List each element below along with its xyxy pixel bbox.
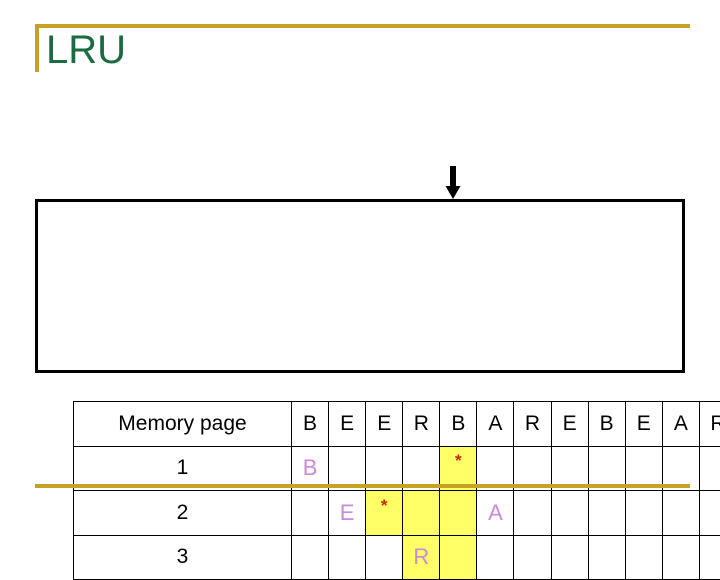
reference-header-cell-5: B bbox=[440, 402, 477, 447]
reference-header-cell-11: A bbox=[662, 402, 699, 447]
reference-header-cell-7: R bbox=[514, 402, 551, 447]
frame-cell-r2-c1 bbox=[292, 491, 329, 536]
frame-cell-r3-c1 bbox=[292, 535, 329, 580]
frame-cell-r2-c5 bbox=[440, 491, 477, 536]
frame-cell-r2-c4 bbox=[403, 491, 440, 536]
frame-cell-r3-c10 bbox=[625, 535, 662, 580]
frame-cell-r3-c3 bbox=[366, 535, 403, 580]
frame-cell-r1-c12 bbox=[699, 446, 720, 491]
memory-page-header: Memory page bbox=[74, 402, 292, 447]
reference-header-cell-1: B bbox=[292, 402, 329, 447]
reference-header-cell-12: R bbox=[699, 402, 720, 447]
frame-number-3: 3 bbox=[74, 535, 292, 580]
reference-header-cell-4: R bbox=[403, 402, 440, 447]
reference-header-cell-10: E bbox=[625, 402, 662, 447]
frame-cell-r3-c4: R bbox=[403, 535, 440, 580]
frame-cell-r3-c9 bbox=[588, 535, 625, 580]
down-arrow-icon bbox=[444, 166, 462, 200]
page-letter: E bbox=[340, 500, 355, 525]
frame-cell-r2-c11 bbox=[662, 491, 699, 536]
frame-cell-r3-c11 bbox=[662, 535, 699, 580]
frame-cell-r2-c10 bbox=[625, 491, 662, 536]
title-rule-top bbox=[35, 24, 690, 28]
eviction-star-icon: * bbox=[366, 499, 402, 513]
frame-cell-r2-c9 bbox=[588, 491, 625, 536]
eviction-star-icon: * bbox=[440, 454, 476, 468]
frame-cell-r2-c7 bbox=[514, 491, 551, 536]
reference-header-cell-8: E bbox=[551, 402, 588, 447]
page-letter: R bbox=[413, 544, 429, 569]
frame-cell-r2-c3: * bbox=[366, 491, 403, 536]
bottom-rule bbox=[35, 484, 690, 488]
frame-cell-r2-c12 bbox=[699, 491, 720, 536]
frame-cell-r3-c7 bbox=[514, 535, 551, 580]
reference-header-cell-9: B bbox=[588, 402, 625, 447]
frame-cell-r3-c5 bbox=[440, 535, 477, 580]
frame-cell-r3-c2 bbox=[329, 535, 366, 580]
table-row: 3R bbox=[74, 535, 720, 580]
table-row: 2 E * A bbox=[74, 491, 720, 536]
page-letter: B bbox=[303, 455, 318, 480]
title-rule-left bbox=[35, 24, 39, 72]
frame-cell-r2-c6: A bbox=[477, 491, 514, 536]
frame-cell-r2-c2: E bbox=[329, 491, 366, 536]
lru-table: Memory pageBEERBAREBEAR1B*2E*A3R bbox=[73, 401, 720, 580]
frame-cell-r3-c12 bbox=[699, 535, 720, 580]
reference-header-cell-2: E bbox=[329, 402, 366, 447]
reference-header-cell-3: E bbox=[366, 402, 403, 447]
frame-number-2: 2 bbox=[74, 491, 292, 536]
frame-cell-r3-c8 bbox=[551, 535, 588, 580]
lru-table-frame: Memory pageBEERBAREBEAR1B*2E*A3R bbox=[35, 199, 685, 373]
slide-canvas: LRU Memory pageBEERBAREBEAR1B*2E*A3R bbox=[0, 0, 720, 540]
reference-header-cell-6: A bbox=[477, 402, 514, 447]
page-letter: A bbox=[488, 500, 503, 525]
page-title: LRU bbox=[46, 27, 126, 73]
table-header-row: Memory pageBEERBAREBEAR bbox=[74, 402, 720, 447]
frame-cell-r3-c6 bbox=[477, 535, 514, 580]
frame-cell-r2-c8 bbox=[551, 491, 588, 536]
